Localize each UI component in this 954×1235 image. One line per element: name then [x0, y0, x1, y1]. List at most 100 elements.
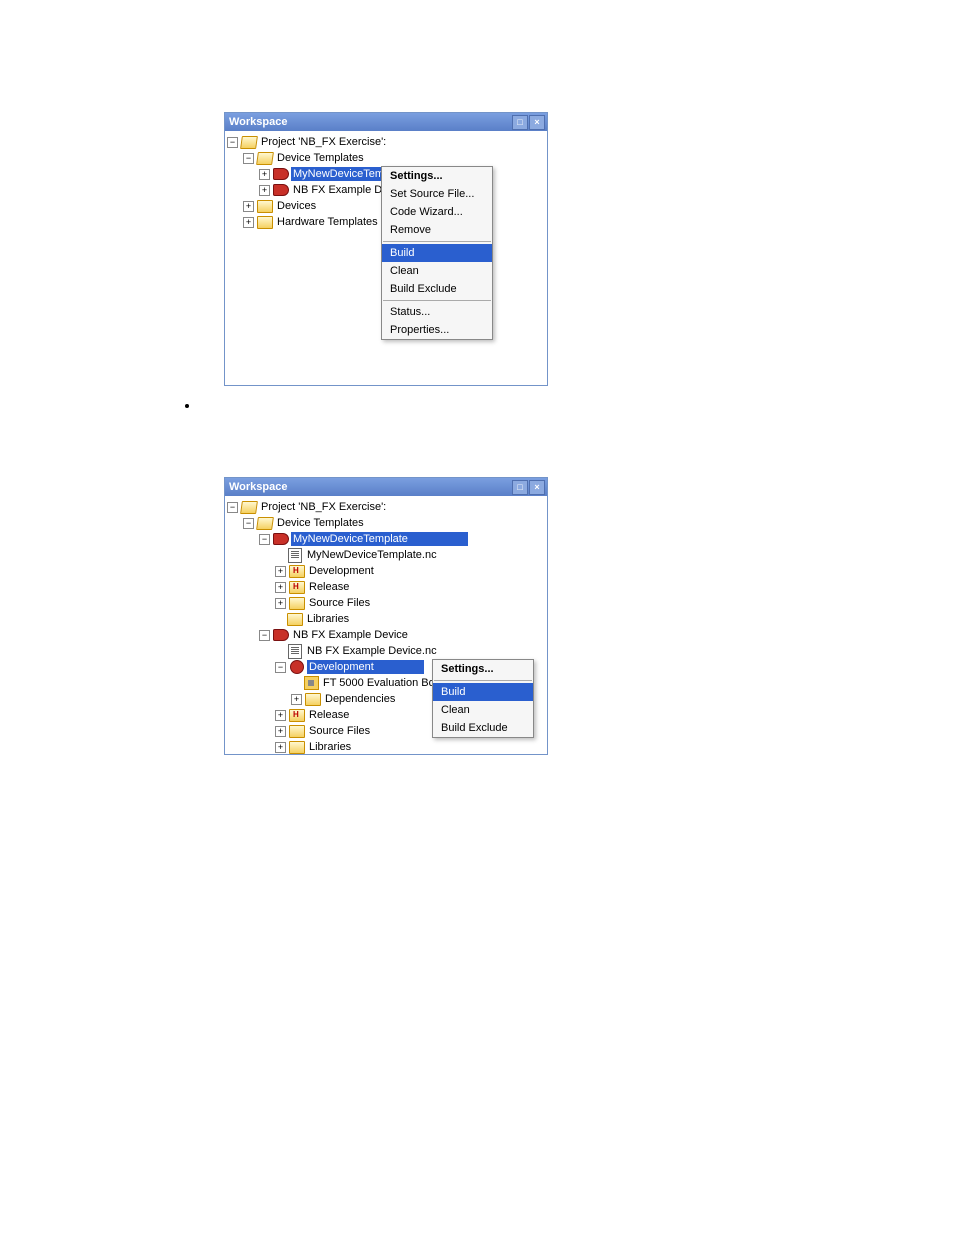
tree-row-nbfx[interactable]: − NB FX Example Device — [227, 627, 545, 643]
folder-closed-icon — [289, 724, 305, 738]
folder-closed-icon — [289, 596, 305, 610]
menu-separator — [383, 241, 491, 242]
menu-item-build[interactable]: Build — [382, 244, 492, 262]
tree-area-2: − Project 'NB_FX Exercise': − Device Tem… — [225, 496, 547, 754]
toggle-icon[interactable]: + — [291, 694, 302, 705]
menu-item-build-exclude[interactable]: Build Exclude — [382, 280, 492, 298]
menu-separator — [434, 680, 532, 681]
toggle-icon[interactable]: + — [275, 726, 286, 737]
toggle-icon[interactable]: + — [275, 566, 286, 577]
tree-row-source-files[interactable]: + Source Files — [227, 595, 545, 611]
toggle-icon[interactable]: − — [259, 630, 270, 641]
red-tag-icon — [273, 167, 289, 181]
file-icon — [287, 548, 303, 562]
toggle-icon[interactable]: + — [275, 582, 286, 593]
folder-closed-icon — [257, 199, 273, 213]
menu-item-remove[interactable]: Remove — [382, 221, 492, 239]
titlebar-1: Workspace □ × — [225, 113, 547, 131]
tree-label: NB FX Example Device — [291, 628, 410, 642]
tree-row-development[interactable]: + Development — [227, 563, 545, 579]
folder-h-icon — [289, 564, 305, 578]
minimize-button[interactable]: □ — [512, 115, 528, 130]
menu-item-status[interactable]: Status... — [382, 303, 492, 321]
titlebar-buttons: □ × — [512, 115, 545, 130]
menu-item-clean[interactable]: Clean — [382, 262, 492, 280]
red-tag-icon — [273, 532, 289, 546]
folder-open-icon — [241, 135, 257, 149]
folder-open-icon — [257, 151, 273, 165]
tree-label: Project 'NB_FX Exercise': — [259, 500, 388, 514]
toggle-icon[interactable]: − — [243, 153, 254, 164]
tree-row-nbfx-libs[interactable]: + Libraries — [227, 739, 545, 754]
file-icon — [287, 644, 303, 658]
menu-item-build[interactable]: Build — [433, 683, 533, 701]
tree-row-device-templates[interactable]: − Device Templates — [227, 150, 545, 166]
tree-row-nbfx-nc[interactable]: NB FX Example Device.nc — [227, 643, 545, 659]
tree-label: Device Templates — [275, 151, 366, 165]
tree-row-mynew-nc[interactable]: MyNewDeviceTemplate.nc — [227, 547, 545, 563]
red-circle-icon — [289, 660, 305, 674]
titlebar-title: Workspace — [229, 116, 288, 128]
tree-row-project[interactable]: − Project 'NB_FX Exercise': — [227, 134, 545, 150]
titlebar-title: Workspace — [229, 481, 288, 493]
tree-label: Libraries — [307, 740, 353, 754]
tree-label: Device Templates — [275, 516, 366, 530]
board-icon — [303, 676, 319, 690]
toggle-icon[interactable]: + — [259, 169, 270, 180]
titlebar-2: Workspace □ × — [225, 478, 547, 496]
tree-row-device-templates[interactable]: − Device Templates — [227, 515, 545, 531]
toggle-icon[interactable]: + — [275, 598, 286, 609]
tree-label: Project 'NB_FX Exercise': — [259, 135, 388, 149]
folder-closed-icon — [287, 612, 303, 626]
tree-label: Release — [307, 708, 351, 722]
toggle-icon[interactable]: + — [259, 185, 270, 196]
toggle-icon[interactable]: + — [243, 201, 254, 212]
tree-row-release[interactable]: + Release — [227, 579, 545, 595]
folder-closed-icon — [305, 692, 321, 706]
tree-label: Source Files — [307, 724, 372, 738]
workspace-panel-1: Workspace □ × − Project 'NB_FX Exercise'… — [224, 112, 548, 386]
toggle-icon[interactable]: − — [227, 137, 238, 148]
tree-row-mynewdevice[interactable]: − MyNewDeviceTemplate — [227, 531, 545, 547]
menu-item-build-exclude[interactable]: Build Exclude — [433, 719, 533, 737]
tree-label: Source Files — [307, 596, 372, 610]
menu-separator — [383, 300, 491, 301]
close-button[interactable]: × — [529, 115, 545, 130]
menu-item-settings[interactable]: Settings... — [433, 660, 533, 678]
tree-label: Hardware Templates — [275, 215, 380, 229]
close-button[interactable]: × — [529, 480, 545, 495]
folder-h-icon — [289, 580, 305, 594]
workspace-panel-2: Workspace □ × − Project 'NB_FX Exercise'… — [224, 477, 548, 755]
toggle-icon[interactable]: + — [243, 217, 254, 228]
tree-label: Development — [307, 660, 424, 674]
minimize-button[interactable]: □ — [512, 480, 528, 495]
tree-area-1: − Project 'NB_FX Exercise': − Device Tem… — [225, 131, 547, 385]
menu-item-code-wizard[interactable]: Code Wizard... — [382, 203, 492, 221]
toggle-icon[interactable]: − — [275, 662, 286, 673]
tree-label: Libraries — [305, 612, 351, 626]
context-menu-2: Settings... Build Clean Build Exclude — [432, 659, 534, 738]
toggle-icon[interactable]: + — [275, 742, 286, 753]
tree-row-project[interactable]: − Project 'NB_FX Exercise': — [227, 499, 545, 515]
tree-label: MyNewDeviceTemplate — [291, 532, 468, 546]
tree-row-libraries[interactable]: Libraries — [227, 611, 545, 627]
folder-open-icon — [241, 500, 257, 514]
tree-label: MyNewDeviceTemplate.nc — [305, 548, 439, 562]
menu-item-settings[interactable]: Settings... — [382, 167, 492, 185]
toggle-icon[interactable]: − — [259, 534, 270, 545]
toggle-icon[interactable]: + — [275, 710, 286, 721]
folder-h-icon — [289, 708, 305, 722]
menu-item-clean[interactable]: Clean — [433, 701, 533, 719]
folder-open-icon — [257, 516, 273, 530]
toggle-icon[interactable]: − — [243, 518, 254, 529]
bullet-item: . — [200, 397, 204, 413]
folder-closed-icon — [289, 740, 305, 754]
menu-item-properties[interactable]: Properties... — [382, 321, 492, 339]
tree-label: Dependencies — [323, 692, 397, 706]
toggle-icon[interactable]: − — [227, 502, 238, 513]
tree-label: Development — [307, 564, 376, 578]
folder-closed-icon — [257, 215, 273, 229]
menu-item-set-source[interactable]: Set Source File... — [382, 185, 492, 203]
titlebar-buttons: □ × — [512, 480, 545, 495]
tree-label: Release — [307, 580, 351, 594]
